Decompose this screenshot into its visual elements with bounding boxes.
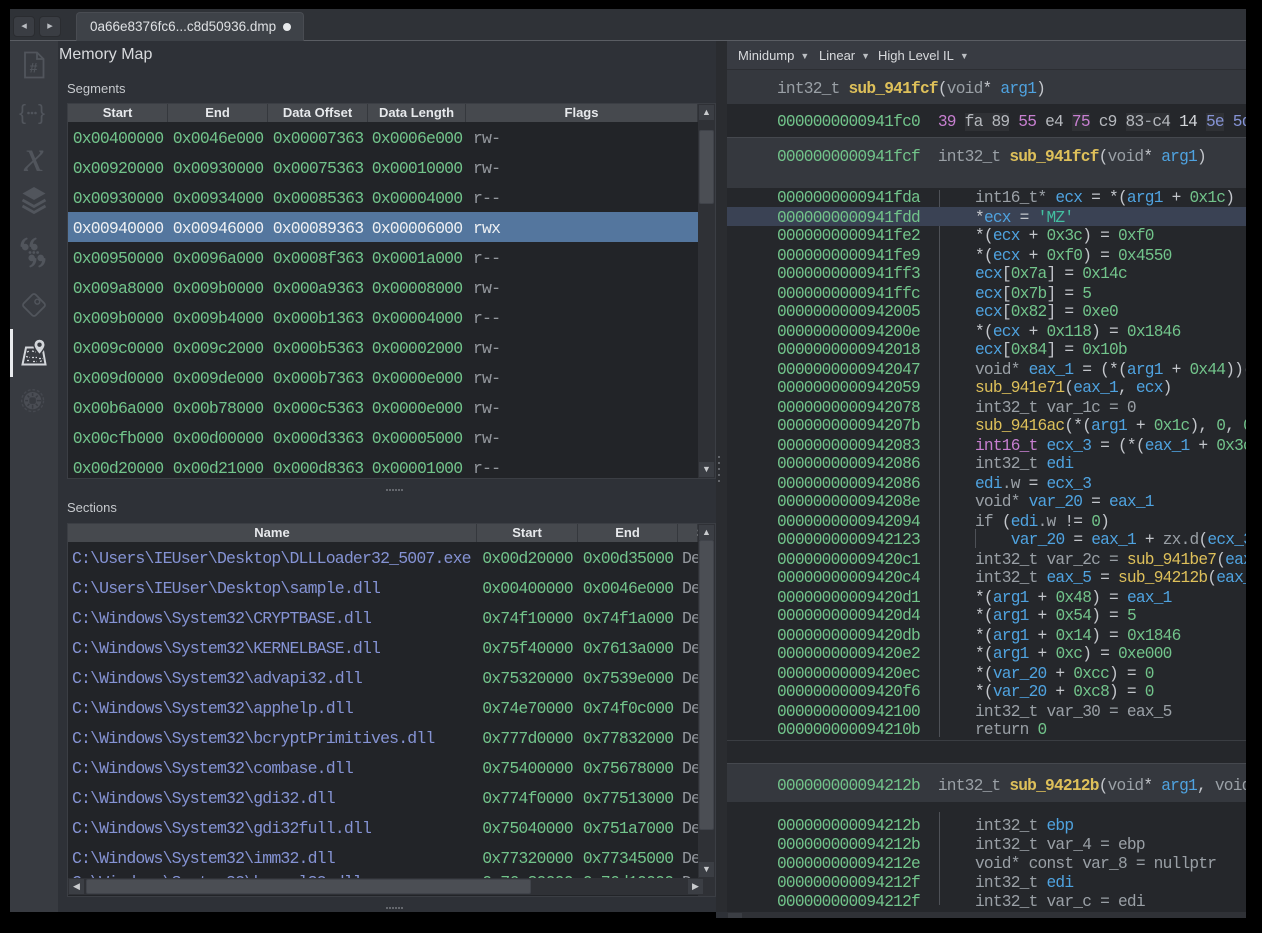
svg-text:x: x (23, 145, 44, 173)
svg-text:}: } (38, 102, 45, 125)
svg-text:{: { (19, 102, 26, 125)
svg-text:#: # (30, 60, 38, 76)
